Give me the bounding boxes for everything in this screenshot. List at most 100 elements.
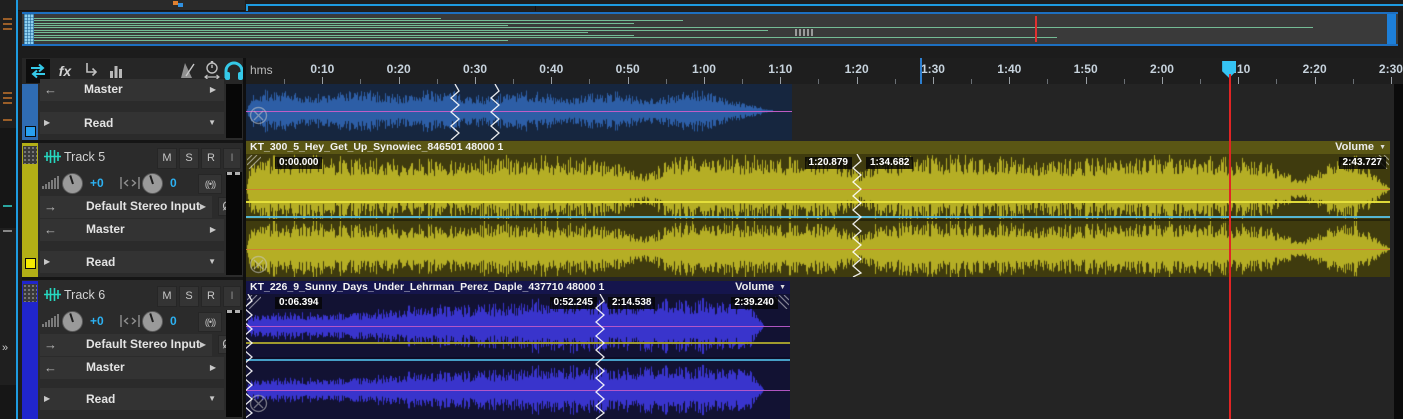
navigator-clip-line xyxy=(34,40,508,41)
audio-clip-track5[interactable]: KT_300_5_Hey_Get_Up_Synowiec_846501 4800… xyxy=(246,141,1390,277)
rail-marker xyxy=(3,205,12,207)
ruler-tick-label: 1:30 xyxy=(920,62,945,76)
track5-color-chip[interactable] xyxy=(25,258,36,269)
zoom-navigator[interactable] xyxy=(22,12,1398,46)
track5-color-strip[interactable] xyxy=(22,143,38,277)
clip6-volume-envelope[interactable] xyxy=(246,342,790,344)
panel-divider[interactable] xyxy=(243,58,246,419)
ruler-tick-label: 1:50 xyxy=(1073,62,1098,76)
track4-output-selector[interactable]: ← Master ▶ xyxy=(40,79,224,101)
track5-level-meter xyxy=(226,172,242,275)
track5-mute-button[interactable]: M xyxy=(157,148,177,169)
clip5-pan-envelope[interactable] xyxy=(246,216,1390,218)
track5-solo-button[interactable]: S xyxy=(179,148,199,169)
chevron-down-icon: ▼ xyxy=(208,118,216,127)
navigator-clip-line xyxy=(34,32,588,33)
rail-marker xyxy=(3,92,12,94)
clip6-center-line-R xyxy=(246,390,790,391)
clip6-header[interactable]: KT_226_9_Sunny_Days_Under_Lehrman_Perez_… xyxy=(246,281,790,294)
ruler-major-tick xyxy=(1009,77,1011,84)
clip5-fadein-handle[interactable] xyxy=(246,154,262,170)
clip5-envelope-mode[interactable]: Volume xyxy=(1335,141,1374,154)
editor-panel-focus-border xyxy=(246,4,1403,6)
track6-pan-value[interactable]: 0 xyxy=(170,314,177,328)
expand-panel-chevrons[interactable]: » xyxy=(2,342,8,354)
audio-clip-track6[interactable]: KT_226_9_Sunny_Days_Under_Lehrman_Perez_… xyxy=(246,281,790,419)
track4-automation-mode[interactable]: ▶ Read ▼ xyxy=(40,112,224,134)
level-bars-icon xyxy=(42,176,59,189)
triangle-right-icon: ▶ xyxy=(44,257,51,266)
track5-volume-knob[interactable] xyxy=(62,173,83,194)
track4-color-strip[interactable] xyxy=(22,84,38,140)
chevron-down-icon: ▼ xyxy=(208,394,216,403)
clip5-header[interactable]: KT_300_5_Hey_Get_Up_Synowiec_846501 4800… xyxy=(246,141,1390,154)
track6-name[interactable]: Track 6 xyxy=(64,288,105,302)
track6-input-monitor-button[interactable]: I xyxy=(223,286,241,307)
navigator-clip-line xyxy=(34,18,441,19)
track6-volume-knob[interactable] xyxy=(62,311,83,332)
clip5-title: KT_300_5_Hey_Get_Up_Synowiec_846501 4800… xyxy=(250,141,504,153)
track6-input-selector[interactable]: → Default Stereo Input ▶ xyxy=(40,334,212,356)
clip-time-label: 0:52.245 xyxy=(549,297,597,309)
track5-pan-value[interactable]: 0 xyxy=(170,176,177,190)
selection-marker-line xyxy=(919,58,922,84)
panel-tab-strip xyxy=(18,0,245,11)
clip-cut-zigzag[interactable] xyxy=(246,294,254,419)
track5-input-selector[interactable]: → Default Stereo Input ▶ xyxy=(40,196,212,218)
audio-clip-track4[interactable] xyxy=(246,84,792,140)
clip5-fade-control-icon[interactable] xyxy=(249,255,268,274)
track6-solo-button[interactable]: S xyxy=(179,286,199,307)
tab-divider xyxy=(535,6,536,11)
meter-notch xyxy=(227,310,232,313)
clip6-envelope-mode[interactable]: Volume xyxy=(735,281,774,294)
chevron-down-icon[interactable]: ▼ xyxy=(1379,144,1386,152)
clip-cut-zigzag[interactable] xyxy=(489,84,501,140)
navigator-clip-line xyxy=(34,27,1313,28)
track5-output-selector[interactable]: ← Master ▶ xyxy=(40,219,224,241)
chevron-down-icon[interactable]: ▼ xyxy=(779,284,786,292)
pan-icon xyxy=(120,315,140,327)
track6-volume-value[interactable]: +0 xyxy=(90,314,104,328)
triangle-right-icon: ▶ xyxy=(209,85,216,94)
track5-name[interactable]: Track 5 xyxy=(64,150,105,164)
clip-cut-zigzag[interactable] xyxy=(851,154,863,277)
clip-cut-zigzag[interactable] xyxy=(594,294,606,419)
track5-input-monitor-button[interactable]: I xyxy=(223,148,241,169)
track6-output-label: Master xyxy=(86,360,125,374)
navigator-tick xyxy=(799,29,801,36)
track5-drag-handle[interactable] xyxy=(23,146,37,164)
track6-automation-mode[interactable]: ▶ Read ▼ xyxy=(40,388,224,410)
triangle-right-icon: ▶ xyxy=(199,202,206,211)
clip-time-label: 1:20.879 xyxy=(804,157,852,169)
track6-color-strip[interactable] xyxy=(22,281,38,419)
ruler-tick-label: 1:40 xyxy=(997,62,1022,76)
collapsed-panel-rail[interactable]: » xyxy=(0,0,16,419)
track4-color-chip[interactable] xyxy=(25,126,36,137)
track6-drag-handle[interactable] xyxy=(23,284,37,302)
track6-record-button[interactable]: R xyxy=(201,286,221,307)
rail-marker xyxy=(3,230,12,232)
track6-mute-button[interactable]: M xyxy=(157,286,177,307)
track-separator xyxy=(22,277,243,280)
clip6-center-line-L xyxy=(246,326,790,327)
triangle-right-icon: ▶ xyxy=(44,118,51,127)
clip5-center-line-L xyxy=(246,189,1390,190)
ruler-major-tick xyxy=(551,77,553,84)
right-gutter xyxy=(1394,84,1403,419)
track5-automation-mode[interactable]: ▶ Read ▼ xyxy=(40,251,224,273)
clip5-volume-envelope[interactable] xyxy=(246,201,1390,203)
track5-monitor-button[interactable]: ((•)) xyxy=(198,174,222,194)
track6-output-selector[interactable]: ← Master ▶ xyxy=(40,357,224,379)
navigator-clip-line xyxy=(34,23,634,24)
track6-pan-knob[interactable] xyxy=(142,311,163,332)
track6-monitor-button[interactable]: ((•)) xyxy=(198,312,222,332)
track5-record-button[interactable]: R xyxy=(201,148,221,169)
rail-section xyxy=(0,128,16,228)
track5-volume-value[interactable]: +0 xyxy=(90,176,104,190)
clip-cut-zigzag[interactable] xyxy=(449,84,461,140)
ruler-major-tick xyxy=(703,77,705,84)
clip6-pan-envelope[interactable] xyxy=(246,359,790,361)
navigator-tick xyxy=(803,29,805,36)
track5-pan-knob[interactable] xyxy=(142,173,163,194)
clip4-fade-control-icon[interactable] xyxy=(249,106,268,125)
